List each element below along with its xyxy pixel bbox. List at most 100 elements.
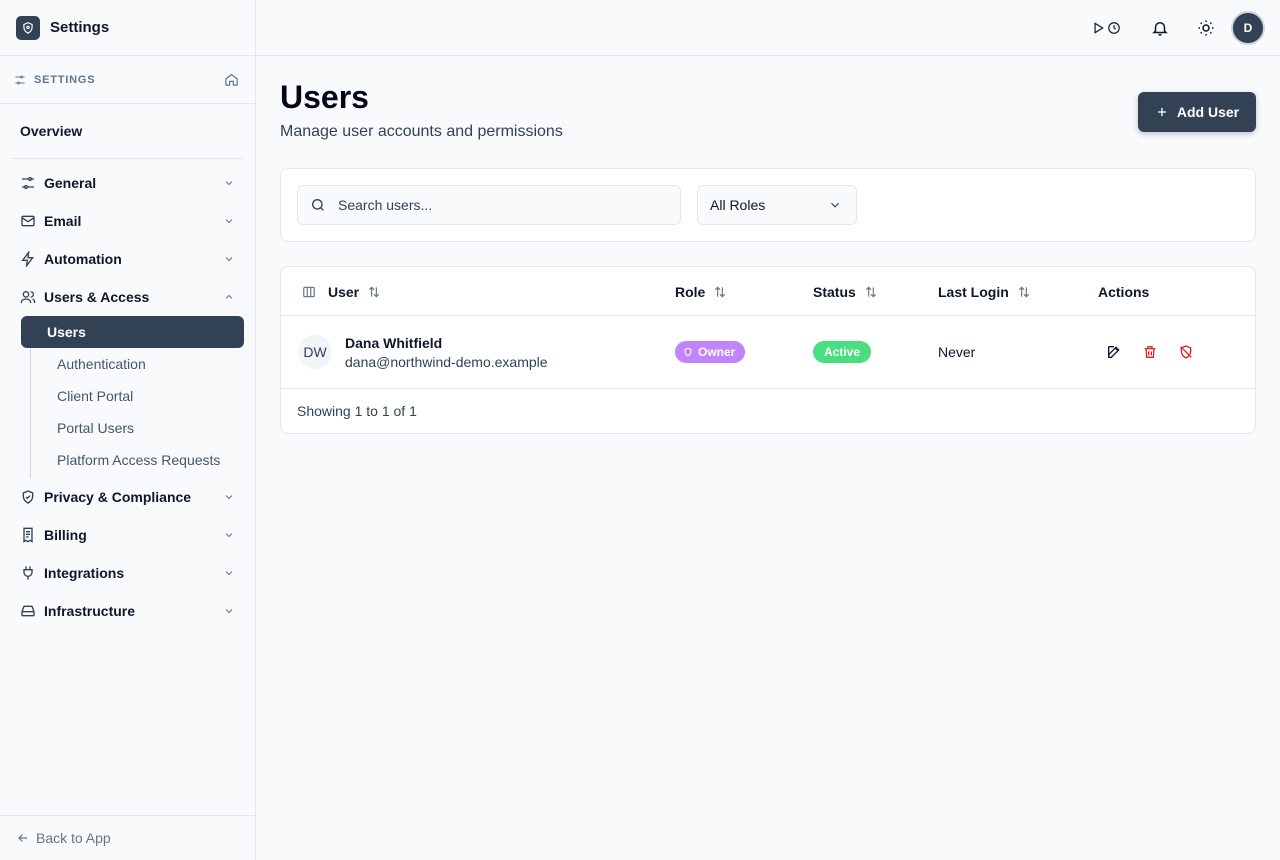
plus-icon (1155, 105, 1177, 119)
sidebar-subitem-client-portal[interactable]: Client Portal (31, 380, 255, 412)
column-header-last-login: Last Login (938, 267, 1031, 316)
column-header-status: Status (813, 267, 878, 316)
user-cell: DW Dana Whitfield dana@northwind-demo.ex… (298, 316, 548, 388)
top-bar: D (256, 0, 1280, 56)
bell-icon (1151, 19, 1169, 37)
sun-icon (1197, 19, 1215, 37)
notifications-button[interactable] (1144, 12, 1176, 44)
search-box (297, 185, 681, 225)
column-header-user: User (302, 267, 381, 316)
users-access-subnav: Users Authentication Client Portal Porta… (21, 316, 255, 478)
delete-user-button[interactable] (1140, 342, 1160, 362)
chevron-down-icon (828, 198, 842, 212)
column-label: User (328, 283, 360, 300)
column-header-actions: Actions (1098, 267, 1149, 316)
column-label: Actions (1098, 283, 1150, 300)
shield-logo-icon (16, 15, 40, 40)
column-label: Role (675, 283, 706, 300)
add-user-button[interactable]: Add User (1138, 92, 1256, 132)
role-filter-select[interactable]: All Roles (697, 185, 857, 225)
user-info: Dana Whitfield dana@northwind-demo.examp… (345, 335, 548, 370)
sidebar-item-label: Users & Access (44, 289, 150, 305)
mail-icon (20, 213, 36, 229)
table-header: User Role Status Last Login Actions (281, 267, 1255, 316)
trash-icon (1142, 344, 1158, 360)
users-icon (20, 289, 36, 305)
sidebar-item-billing[interactable]: Billing (0, 516, 255, 554)
sidebar-item-label: Billing (44, 527, 87, 543)
chevron-down-icon (223, 177, 235, 189)
settings-sidebar: Settings SETTINGS Overview General Email… (0, 0, 256, 860)
user-avatar[interactable]: D (1231, 11, 1265, 45)
last-login-cell: Never (938, 344, 976, 360)
search-input[interactable] (338, 197, 658, 213)
edit-user-button[interactable] (1104, 342, 1124, 362)
chevron-down-icon (223, 253, 235, 265)
sidebar-subitem-platform-access-requests[interactable]: Platform Access Requests (31, 444, 255, 476)
user-email: dana@northwind-demo.example (345, 353, 548, 370)
sort-icon[interactable] (713, 285, 727, 299)
status-cell: Active (813, 316, 872, 388)
sidebar-subitem-portal-users[interactable]: Portal Users (31, 412, 255, 444)
sidebar-item-general[interactable]: General (0, 164, 255, 202)
bolt-icon (20, 251, 36, 267)
page-subtitle: Manage user accounts and permissions (280, 123, 563, 140)
column-label: Status (813, 283, 856, 300)
sidebar-brand: Settings (0, 0, 255, 56)
clock-icon (1107, 21, 1121, 35)
filter-card: All Roles (280, 168, 1256, 242)
sidebar-item-label: General (44, 175, 97, 191)
back-to-app-link[interactable]: Back to App (0, 815, 255, 860)
sidebar-subitem-users[interactable]: Users (21, 316, 244, 348)
sort-icon[interactable] (367, 285, 381, 299)
search-icon (310, 197, 326, 213)
chevron-up-icon (223, 291, 235, 303)
play-icon (1091, 21, 1105, 35)
sidebar-item-label: Integrations (44, 565, 125, 581)
theme-toggle-button[interactable] (1190, 12, 1222, 44)
user-name: Dana Whitfield (345, 334, 443, 351)
role-cell: Owner (675, 316, 746, 388)
sidebar-item-email[interactable]: Email (0, 202, 255, 240)
sidebar-item-label: Automation (44, 251, 122, 267)
column-header-role: Role (675, 267, 727, 316)
add-user-label: Add User (1176, 104, 1240, 120)
table-row[interactable]: DW Dana Whitfield dana@northwind-demo.ex… (281, 316, 1255, 389)
sliders-icon (20, 175, 36, 191)
sidebar-item-automation[interactable]: Automation (0, 240, 255, 278)
app-title: Settings (50, 19, 110, 36)
sidebar-item-privacy-compliance[interactable]: Privacy & Compliance (0, 478, 255, 516)
arrow-left-icon (16, 831, 36, 845)
actions-cell (1104, 316, 1212, 388)
sidebar-item-label: Privacy & Compliance (44, 489, 192, 505)
chevron-down-icon (223, 529, 235, 541)
sidebar-nav: General Email Automation Users & Access … (0, 159, 255, 630)
sidebar-item-label: Email (44, 213, 82, 229)
sort-icon[interactable] (1017, 285, 1031, 299)
sidebar-subitem-authentication[interactable]: Authentication (31, 348, 255, 380)
back-to-app-label: Back to App (36, 830, 111, 846)
home-icon[interactable] (224, 72, 239, 87)
play-timer-button[interactable] (1086, 12, 1126, 44)
page-title: Users (280, 79, 369, 115)
edit-icon (1106, 344, 1122, 360)
sliders-icon (14, 74, 26, 86)
hard-drive-icon (20, 603, 36, 619)
sort-icon[interactable] (864, 285, 878, 299)
status-badge: Active (813, 341, 872, 363)
columns-icon[interactable] (302, 285, 316, 299)
sidebar-section-header: SETTINGS (0, 56, 255, 104)
avatar: DW (298, 335, 332, 369)
shield-icon (683, 347, 698, 357)
chevron-down-icon (223, 215, 235, 227)
role-badge: Owner (675, 341, 746, 363)
sidebar-item-integrations[interactable]: Integrations (0, 554, 255, 592)
sidebar-item-users-access[interactable]: Users & Access (0, 278, 255, 316)
sidebar-item-label: Infrastructure (44, 603, 136, 619)
column-label: Last Login (938, 283, 1009, 300)
sidebar-item-overview[interactable]: Overview (0, 104, 255, 158)
revoke-access-button[interactable] (1176, 342, 1196, 362)
chevron-down-icon (223, 491, 235, 503)
shield-check-icon (20, 489, 36, 505)
sidebar-item-infrastructure[interactable]: Infrastructure (0, 592, 255, 630)
